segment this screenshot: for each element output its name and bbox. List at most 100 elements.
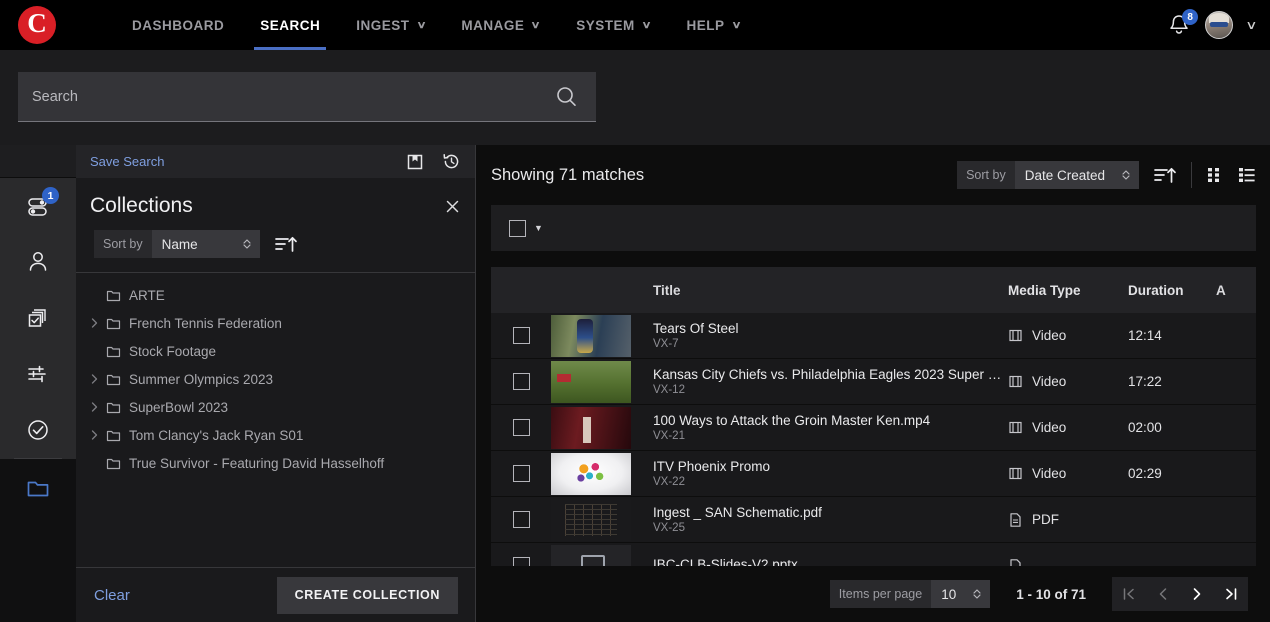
chevron-right-icon[interactable]	[90, 429, 104, 441]
nav-item-dashboard[interactable]: DASHBOARD	[114, 0, 242, 50]
next-page-button[interactable]	[1180, 577, 1214, 611]
row-duration: 02:29	[1128, 466, 1162, 481]
row-thumbnail-cell	[551, 452, 631, 495]
row-asset-id: VX-22	[653, 476, 685, 488]
row-checkbox[interactable]	[512, 373, 530, 390]
results-sort-select[interactable]: Date Created	[1014, 161, 1139, 189]
tree-item[interactable]: Tom Clancy's Jack Ryan S01	[76, 421, 475, 449]
nav-item-help[interactable]: HELP ∨	[669, 0, 759, 50]
row-title-cell: Tears Of Steel VX-7	[631, 321, 1008, 350]
rail-item-approvals[interactable]	[0, 402, 76, 458]
nav-item-manage[interactable]: MANAGE ∨	[443, 0, 558, 50]
rail-item-collections[interactable]	[0, 459, 76, 515]
column-header-duration[interactable]: Duration	[1128, 283, 1216, 298]
list-view-icon[interactable]	[1238, 166, 1256, 184]
results-panel: Showing 71 matches Sort by Date Created	[477, 145, 1270, 622]
panel-sort-label: Sort by	[103, 237, 143, 251]
table-row[interactable]: Tears Of Steel VX-7 Video 12:14	[491, 313, 1256, 359]
row-media-type: Video	[1032, 374, 1067, 389]
notifications-button[interactable]: 8	[1167, 9, 1199, 38]
previous-page-button[interactable]	[1146, 577, 1180, 611]
row-thumbnail-cell	[551, 406, 631, 449]
chevron-down-icon[interactable]: ∨	[1245, 18, 1257, 32]
nav-item-ingest[interactable]: INGEST ∨	[338, 0, 443, 50]
app-logo[interactable]: C	[18, 6, 56, 44]
search-box[interactable]	[18, 72, 596, 122]
table-row[interactable]: Kansas City Chiefs vs. Philadelphia Eagl…	[491, 359, 1256, 405]
column-header-media-type[interactable]: Media Type	[1008, 283, 1128, 298]
sort-ascending-icon[interactable]	[1153, 164, 1177, 186]
row-checkbox-cell	[491, 327, 551, 344]
primary-nav-items: DASHBOARD SEARCH INGEST ∨ MANAGE ∨ SYSTE…	[114, 0, 758, 50]
grid-view-icon[interactable]	[1206, 166, 1224, 184]
search-icon[interactable]	[555, 85, 578, 108]
table-row[interactable]: 100 Ways to Attack the Groin Master Ken.…	[491, 405, 1256, 451]
panel-sort-select[interactable]: Name	[151, 230, 260, 258]
collections-panel: Save Search Collections Sort by Name ART…	[76, 145, 476, 622]
tree-item[interactable]: French Tennis Federation	[76, 309, 475, 337]
document-icon	[1008, 512, 1023, 528]
chevron-right-icon[interactable]	[90, 401, 104, 413]
check-circle-icon	[28, 420, 48, 440]
nav-label: MANAGE	[461, 17, 525, 33]
bookmark-icon[interactable]	[406, 153, 424, 171]
nav-item-search[interactable]: SEARCH	[242, 0, 338, 50]
row-thumbnail-cell	[551, 314, 631, 357]
row-duration: 17:22	[1128, 374, 1162, 389]
close-icon[interactable]	[444, 198, 461, 215]
chevron-right-icon[interactable]	[90, 373, 104, 385]
history-icon[interactable]	[442, 152, 461, 171]
select-all-checkbox[interactable]	[509, 219, 526, 237]
items-per-page-select[interactable]: 10	[931, 580, 991, 608]
tree-item[interactable]: ARTE	[76, 281, 475, 309]
search-bar-region	[0, 50, 1270, 145]
folder-icon	[106, 344, 121, 359]
chevron-down-icon: ∨	[730, 19, 742, 31]
clear-button[interactable]: Clear	[94, 587, 130, 604]
sort-ascending-icon[interactable]	[274, 233, 298, 255]
last-page-button[interactable]	[1214, 577, 1248, 611]
nav-label: SEARCH	[260, 17, 321, 33]
search-input[interactable]	[18, 88, 555, 105]
rail-item-filters[interactable]	[0, 346, 76, 402]
results-table: Title Media Type Duration A Tears Of Ste…	[491, 267, 1256, 589]
film-icon	[1008, 466, 1023, 481]
select-all-dropdown-caret[interactable]: ▼	[534, 223, 543, 233]
results-toolbar: Sort by Date Created	[957, 161, 1256, 189]
create-collection-button[interactable]: CREATE COLLECTION	[276, 576, 458, 614]
items-per-page-value: 10	[941, 586, 957, 602]
row-checkbox-cell	[491, 419, 551, 436]
tree-item[interactable]: Summer Olympics 2023	[76, 365, 475, 393]
row-checkbox-cell	[491, 465, 551, 482]
chevron-right-icon[interactable]	[90, 317, 104, 329]
first-page-button[interactable]	[1112, 577, 1146, 611]
row-title-cell: Kansas City Chiefs vs. Philadelphia Eagl…	[631, 367, 1008, 396]
save-search-link[interactable]: Save Search	[90, 154, 164, 169]
app-root: C DASHBOARD SEARCH INGEST ∨ MANAGE ∨ SYS…	[0, 0, 1270, 622]
tree-item[interactable]: SuperBowl 2023	[76, 393, 475, 421]
row-checkbox[interactable]	[512, 419, 530, 436]
thumbnail-image	[551, 452, 631, 495]
notification-badge: 8	[1182, 9, 1199, 25]
column-header-truncated[interactable]: A	[1216, 283, 1256, 298]
row-thumbnail-cell	[551, 360, 631, 403]
row-checkbox[interactable]	[512, 465, 530, 482]
rail-item-saved-searches[interactable]: 1	[0, 178, 76, 234]
tree-item[interactable]: True Survivor - Featuring David Hasselho…	[76, 449, 475, 477]
rail-item-people[interactable]	[0, 234, 76, 290]
tree-item[interactable]: Stock Footage	[76, 337, 475, 365]
rail-item-collections-select[interactable]	[0, 290, 76, 346]
folder-icon	[27, 481, 49, 497]
avatar[interactable]	[1205, 11, 1234, 39]
chevron-down-icon: ∨	[530, 19, 542, 31]
pagination-bar: Items per page 10 1 - 10 of 71	[477, 566, 1270, 622]
column-header-title[interactable]: Title	[631, 283, 1008, 298]
results-sort-label: Sort by	[966, 168, 1006, 182]
row-asset-id: VX-25	[653, 522, 685, 534]
row-checkbox[interactable]	[512, 511, 530, 528]
panel-sort-value: Name	[161, 236, 198, 252]
table-row[interactable]: Ingest _ SAN Schematic.pdf VX-25 PDF	[491, 497, 1256, 543]
table-row[interactable]: ITV Phoenix Promo VX-22 Video 02:29	[491, 451, 1256, 497]
row-checkbox[interactable]	[512, 327, 530, 344]
nav-item-system[interactable]: SYSTEM ∨	[558, 0, 668, 50]
